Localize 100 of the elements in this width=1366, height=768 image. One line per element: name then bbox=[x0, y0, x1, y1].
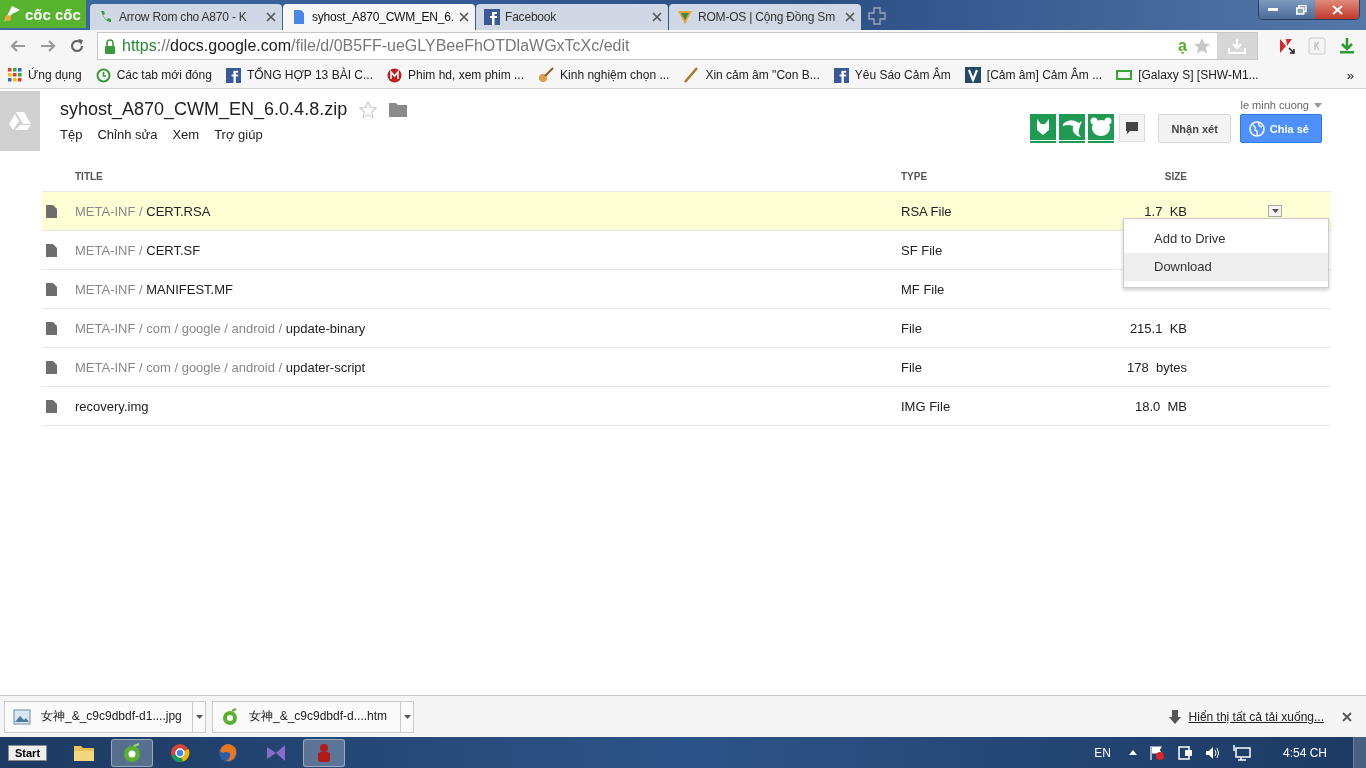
clock-icon bbox=[95, 67, 111, 83]
download-options-button[interactable] bbox=[192, 701, 205, 732]
column-header: TITLE bbox=[75, 170, 104, 182]
speech-bubble-icon bbox=[1126, 122, 1139, 134]
network-icon[interactable] bbox=[1232, 744, 1251, 761]
close-icon[interactable] bbox=[266, 12, 276, 22]
bookmark-item[interactable]: Phim hd, xem phim ... bbox=[387, 67, 525, 83]
file-row[interactable]: recovery.img IMG File 18.0 MB bbox=[42, 386, 1331, 426]
show-all-downloads-link[interactable]: Hiển thị tất cả tải xuống... bbox=[1188, 709, 1324, 724]
url-text: https://docs.google.com/file/d/0B5FF-ueGLYBeeFhOTDlaWGxTcXc/edit bbox=[122, 37, 630, 55]
minimize-icon bbox=[1268, 7, 1278, 12]
file-path: META-INF / MANIFEST.MF bbox=[75, 281, 234, 297]
menu-item[interactable]: Trợ giúp bbox=[214, 127, 263, 142]
f-logo-icon bbox=[225, 67, 241, 83]
close-icon[interactable] bbox=[1342, 711, 1352, 722]
file-type: RSA File bbox=[901, 203, 953, 219]
file-row[interactable]: META-INF / com / google / android / updater-script File 178 bytes bbox=[42, 347, 1331, 386]
file-type: File bbox=[901, 320, 923, 336]
row-menu-button[interactable] bbox=[1268, 205, 1282, 217]
download-options-button[interactable] bbox=[400, 701, 413, 732]
file-icon bbox=[46, 204, 57, 218]
bookmark-item[interactable]: Kinh nghiệm chọn ... bbox=[538, 67, 670, 83]
close-icon[interactable] bbox=[459, 12, 469, 22]
home-tile[interactable] bbox=[0, 91, 40, 151]
show-hidden-icons-icon[interactable] bbox=[1128, 750, 1137, 755]
power-plug-icon[interactable] bbox=[1176, 744, 1193, 761]
bookmark-item[interactable]: Các tab mới đóng bbox=[95, 67, 212, 83]
more-bookmarks-button[interactable]: » bbox=[1346, 67, 1354, 83]
close-button[interactable] bbox=[1315, 0, 1359, 19]
k-shield-icon[interactable] bbox=[1278, 37, 1296, 55]
apps-grid-icon bbox=[8, 68, 22, 82]
flag-icon[interactable] bbox=[1148, 744, 1165, 761]
language-indicator[interactable]: EN bbox=[1094, 745, 1111, 760]
file-row[interactable]: META-INF / CERT.RSA RSA File 1.7 KB bbox=[42, 191, 1331, 230]
bookmark-item[interactable]: Ứng dụng bbox=[8, 68, 82, 82]
chat-button[interactable] bbox=[1119, 114, 1146, 142]
leaf-logo-icon bbox=[2, 4, 22, 24]
file-icon bbox=[46, 282, 57, 296]
swirl-logo-icon bbox=[221, 707, 239, 726]
file-icon bbox=[46, 321, 57, 335]
download-icon[interactable] bbox=[1338, 37, 1356, 55]
bookmark-item[interactable]: Xin cảm âm "Con B... bbox=[683, 67, 820, 83]
menu-item[interactable]: Tệp bbox=[60, 127, 83, 142]
taskbar-app[interactable] bbox=[111, 738, 154, 767]
comment-button[interactable]: Nhận xét bbox=[1158, 114, 1231, 143]
file-path: META-INF / com / google / android / updater-script bbox=[75, 359, 367, 375]
rectangle-icon bbox=[1116, 70, 1133, 80]
file-row[interactable]: META-INF / com / google / android / update-binary File 215.1 KB bbox=[42, 308, 1331, 347]
column-header: SIZE bbox=[1163, 170, 1187, 182]
f-logo-icon bbox=[484, 9, 500, 25]
downloaded-file[interactable]: 女神_&_c9c9dbdf-d....htm bbox=[212, 700, 414, 733]
cat-face-icon[interactable] bbox=[1030, 114, 1057, 143]
bookmark-item[interactable]: Yêu Sáo Cảm Âm bbox=[833, 67, 951, 83]
address-bar[interactable]: https://docs.google.com/file/d/0B5FF-ueGLYBeeFhOTDlaWGxTcXc/edit ạ bbox=[97, 32, 1258, 60]
account-menu[interactable]: le minh cuong bbox=[1240, 99, 1322, 111]
v-logo-icon bbox=[964, 67, 981, 83]
file-icon bbox=[46, 243, 57, 257]
file-path: META-INF / CERT.SF bbox=[75, 242, 202, 258]
new-tab-icon[interactable] bbox=[868, 7, 886, 25]
shield-icon bbox=[677, 9, 693, 25]
menu-item[interactable]: Xem bbox=[172, 127, 200, 142]
start-button[interactable]: Start bbox=[8, 744, 48, 761]
minimize-button[interactable] bbox=[1259, 0, 1287, 19]
close-icon[interactable] bbox=[845, 12, 855, 22]
browser-tab[interactable]: Facebook bbox=[476, 4, 668, 30]
caret-icon bbox=[1271, 209, 1279, 213]
bear-face-icon[interactable] bbox=[1088, 114, 1115, 143]
guitar-icon bbox=[538, 67, 555, 83]
column-header: TYPE bbox=[901, 170, 929, 182]
padlock-icon bbox=[104, 38, 116, 54]
globe-icon bbox=[1248, 120, 1265, 137]
bookmark-item[interactable]: [Galaxy S] [SHW-M1... bbox=[1116, 68, 1259, 82]
clock-text[interactable]: 4:54 CH bbox=[1282, 745, 1327, 760]
forward-icon[interactable] bbox=[39, 38, 57, 54]
star-icon[interactable] bbox=[359, 100, 378, 119]
star-icon[interactable] bbox=[1193, 37, 1211, 55]
folder-icon[interactable] bbox=[389, 102, 408, 117]
browser-tab[interactable]: ROM-OS | Cộng Đồng Sm bbox=[669, 4, 861, 30]
triangle-logo-icon bbox=[9, 111, 31, 131]
back-icon[interactable] bbox=[9, 38, 27, 54]
restore-icon bbox=[1295, 4, 1307, 15]
downloaded-file[interactable]: 女神_&_c9c9dbdf-d1....jpg bbox=[4, 700, 206, 733]
maximize-button[interactable] bbox=[1287, 0, 1315, 19]
download-icon bbox=[1228, 38, 1246, 54]
bookmark-item[interactable]: [Cảm âm] Cảm Âm ... bbox=[964, 67, 1103, 83]
bookmark-item[interactable]: TỔNG HỢP 13 BÀI C... bbox=[225, 67, 373, 83]
browser-tab[interactable]: Arrow Rom cho A870 - K bbox=[90, 4, 282, 30]
browser-tab[interactable]: syhost_A870_CWM_EN_6. bbox=[283, 4, 475, 30]
file-icon bbox=[46, 360, 57, 374]
close-icon bbox=[1331, 4, 1343, 15]
close-icon[interactable] bbox=[652, 12, 662, 22]
menu-item[interactable]: Download bbox=[1124, 253, 1328, 281]
flute-icon bbox=[683, 67, 700, 83]
file-size: 215.1 KB bbox=[1128, 320, 1187, 336]
document-icon bbox=[291, 9, 307, 25]
reload-icon[interactable] bbox=[69, 38, 85, 54]
file-type: MF File bbox=[901, 281, 946, 297]
dolphin-icon[interactable] bbox=[1059, 114, 1086, 143]
phone-icon bbox=[98, 9, 114, 25]
menu-item[interactable]: Chỉnh sửa bbox=[97, 127, 158, 142]
